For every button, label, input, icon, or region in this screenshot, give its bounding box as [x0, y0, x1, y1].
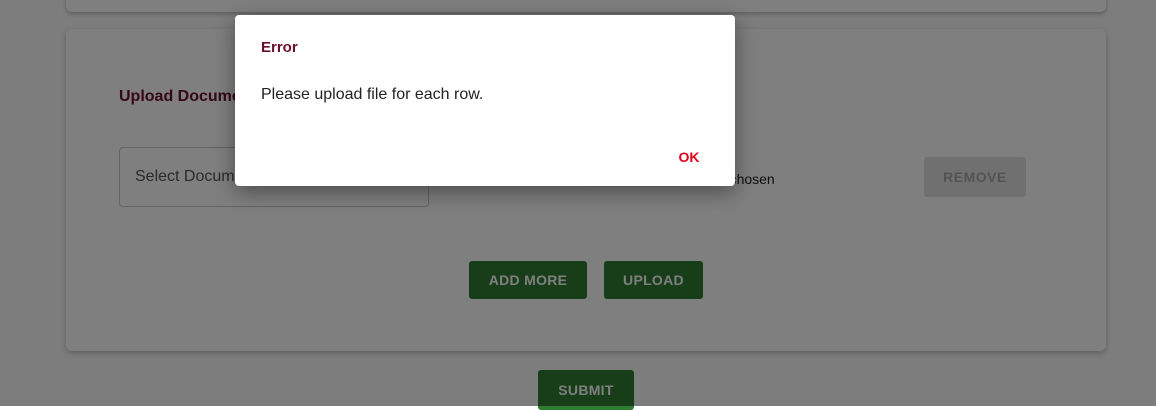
ok-button[interactable]: OK [667, 143, 711, 171]
dialog-title: Error [261, 39, 298, 56]
error-dialog: Error Please upload file for each row. O… [235, 15, 735, 186]
dialog-message: Please upload file for each row. [261, 86, 484, 103]
